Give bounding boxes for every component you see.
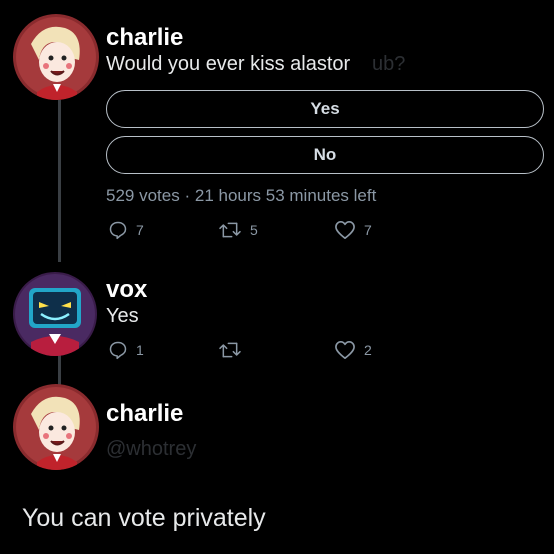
avatar-charlie[interactable]: [13, 384, 99, 470]
like-count: 2: [364, 342, 372, 358]
poll-votes: 529 votes: [106, 186, 180, 205]
reply-button[interactable]: 7: [108, 220, 144, 240]
avatar-charlie[interactable]: [13, 14, 99, 100]
reply-count: 7: [136, 222, 144, 238]
reply-icon: [109, 221, 127, 240]
like-icon: [335, 341, 355, 359]
retweet-icon: [219, 342, 241, 358]
tweet-text: Would you ever kiss alastor: [106, 53, 351, 75]
avatar-vox-image: [13, 272, 97, 356]
author-name[interactable]: charlie: [106, 400, 183, 428]
faded-text: ub?: [372, 53, 406, 75]
author-name[interactable]: vox: [106, 276, 147, 304]
reply-button[interactable]: 1: [108, 340, 144, 360]
retweet-button[interactable]: [218, 340, 250, 360]
avatar-vox[interactable]: [13, 272, 97, 356]
thread-line: [58, 100, 61, 262]
avatar-charlie-image: [13, 384, 99, 470]
retweet-icon: [219, 222, 241, 238]
caption-text: You can vote privately: [22, 504, 266, 532]
poll-option-yes[interactable]: Yes: [106, 90, 544, 128]
like-button[interactable]: 7: [334, 220, 372, 240]
reply-count: 1: [136, 342, 144, 358]
retweet-button[interactable]: 5: [218, 220, 258, 240]
like-icon: [335, 221, 355, 239]
reply-icon: [109, 341, 127, 360]
poll-meta: 529 votes · 21 hours 53 minutes left: [106, 186, 376, 206]
retweet-count: 5: [250, 222, 258, 238]
tweet-text: Yes: [106, 305, 139, 327]
poll-option-no[interactable]: No: [106, 136, 544, 174]
avatar-charlie-image: [13, 14, 99, 100]
poll-time-left: 21 hours 53 minutes left: [194, 186, 377, 205]
author-handle: @whotrey: [106, 438, 197, 460]
like-count: 7: [364, 222, 372, 238]
like-button[interactable]: 2: [334, 340, 372, 360]
author-name[interactable]: charlie: [106, 24, 183, 52]
poll-separator: ·: [184, 186, 191, 205]
